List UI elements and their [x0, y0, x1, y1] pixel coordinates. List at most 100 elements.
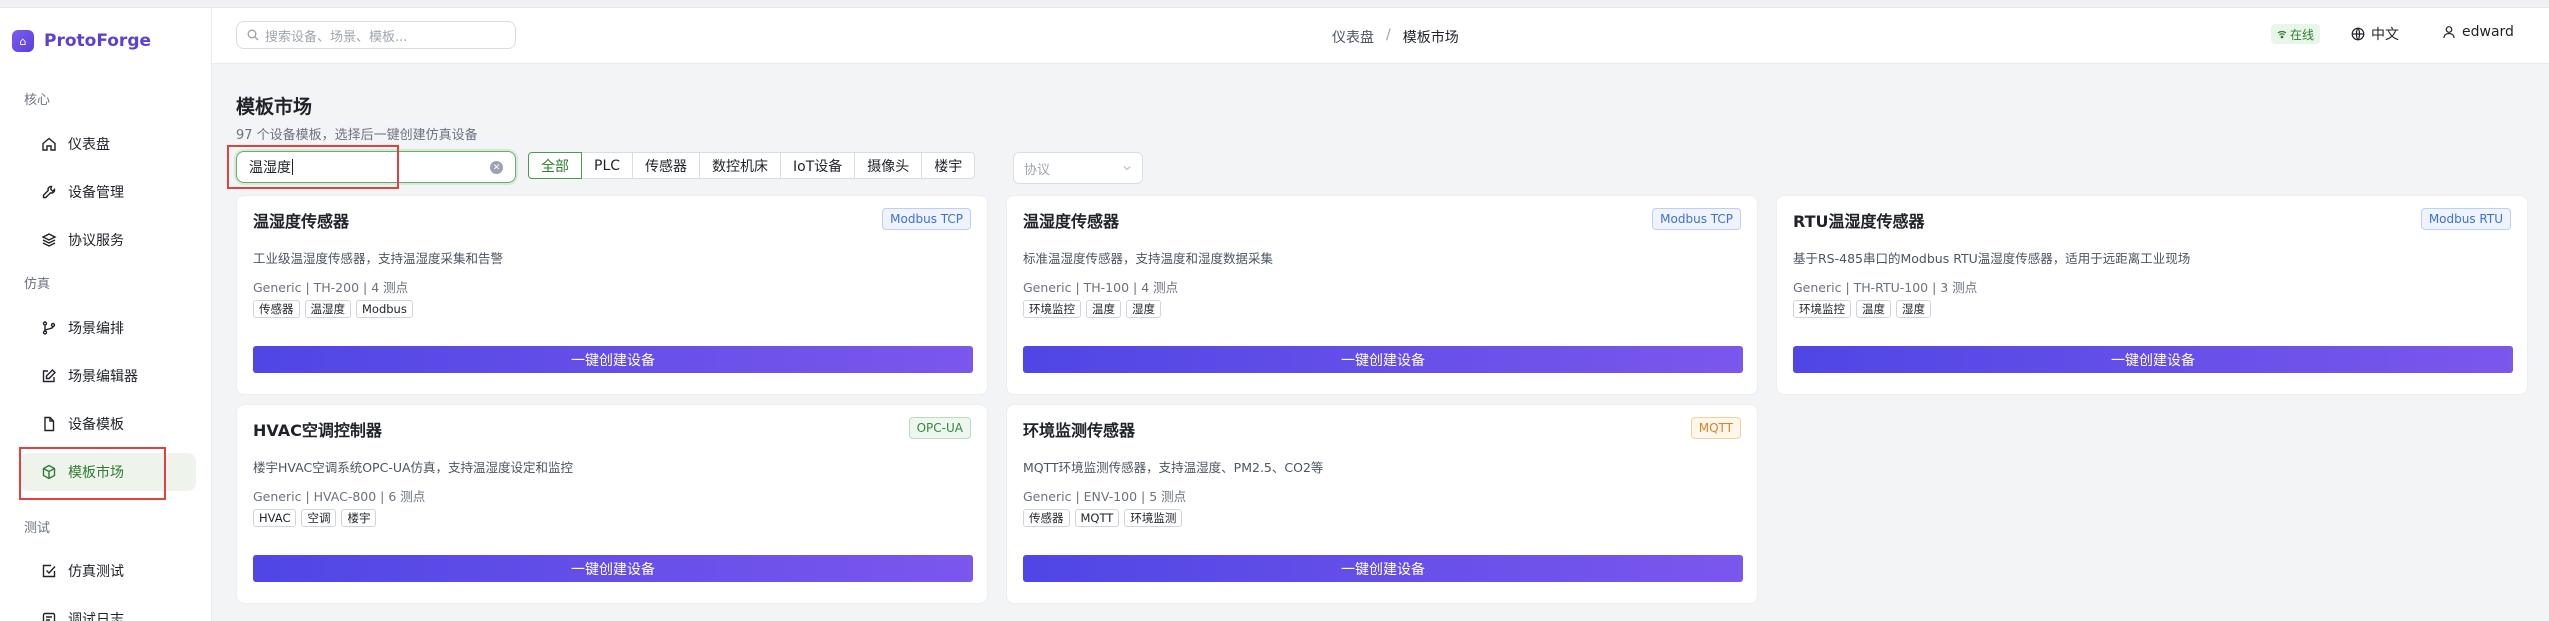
cube-icon	[40, 463, 58, 481]
home-icon	[40, 135, 58, 153]
category-chip-camera[interactable]: 摄像头	[854, 152, 923, 179]
sidebar-item-template-market[interactable]: 模板市场	[20, 453, 196, 491]
card-description: MQTT环境监测传感器，支持温湿度、PM2.5、CO2等	[1023, 460, 1324, 475]
sidebar-item-label: 调试日志	[68, 612, 124, 621]
sidebar-item-protocol-service[interactable]: 协议服务	[20, 221, 196, 259]
user-menu[interactable]: edward	[2442, 24, 2514, 40]
card-description: 楼宇HVAC空调系统OPC-UA仿真，支持温湿度设定和监控	[253, 460, 574, 475]
page-subtitle: 97 个设备模板，选择后一键创建仿真设备	[236, 128, 478, 143]
category-filter: 全部 PLC 传感器 数控机床 IoT设备 摄像头 楼宇	[528, 152, 976, 179]
card-title: 环境监测传感器	[1023, 421, 1136, 440]
search-icon	[247, 29, 259, 41]
protocol-select[interactable]: 协议	[1013, 152, 1143, 184]
card-tags: HVAC 空调 楼宇	[253, 509, 381, 527]
sidebar-item-label: 设备管理	[68, 185, 124, 201]
tag: 环境监控	[1793, 300, 1851, 318]
card-tags: 环境监控 温度 湿度	[1023, 300, 1166, 318]
category-chip-sensor[interactable]: 传感器	[632, 152, 701, 179]
card-tags: 传感器 MQTT 环境监测	[1023, 509, 1187, 527]
protocol-badge: OPC-UA	[908, 417, 971, 439]
category-chip-plc[interactable]: PLC	[581, 152, 634, 179]
sidebar-item-label: 场景编辑器	[68, 369, 138, 385]
create-device-button[interactable]: 一键创建设备	[253, 346, 973, 373]
card-description: 基于RS-485串口的Modbus RTU温湿度传感器，适用于远距离工业现场	[1793, 251, 2191, 266]
nav-group-core: 核心	[24, 93, 51, 108]
tag: 空调	[301, 509, 337, 527]
template-card[interactable]: 环境监测传感器 MQTT MQTT环境监测传感器，支持温湿度、PM2.5、CO2…	[1006, 404, 1758, 604]
logo-icon: ⌂	[12, 30, 34, 52]
category-chip-cnc[interactable]: 数控机床	[699, 152, 782, 179]
app-name: ProtoForge	[44, 31, 152, 51]
sidebar-item-label: 模板市场	[68, 465, 124, 481]
tag: HVAC	[253, 509, 297, 527]
template-filter-input[interactable]: 温湿度 ✕	[236, 151, 516, 183]
card-title: RTU温湿度传感器	[1793, 212, 1925, 231]
sidebar-item-debug-log[interactable]: 调试日志	[20, 600, 196, 621]
breadcrumb-dashboard[interactable]: 仪表盘	[1332, 27, 1374, 47]
chevron-down-icon	[1123, 166, 1131, 171]
tag: 传感器	[1023, 509, 1070, 527]
wrench-icon	[40, 183, 58, 201]
sidebar: ⌂ ProtoForge 核心 仪表盘 设备管理 协议服务 仿真 场景编排 场景…	[0, 8, 212, 621]
search-placeholder: 搜索设备、场景、模板...	[265, 29, 408, 45]
sidebar-item-label: 场景编排	[68, 321, 124, 337]
create-device-button[interactable]: 一键创建设备	[1023, 346, 1743, 373]
layers-icon	[40, 231, 58, 249]
globe-icon	[2351, 27, 2365, 41]
category-chip-all[interactable]: 全部	[528, 152, 582, 179]
sidebar-item-scene-orchestration[interactable]: 场景编排	[20, 309, 196, 347]
sidebar-item-simulation-test[interactable]: 仿真测试	[20, 552, 196, 590]
breadcrumb: 仪表盘 / 模板市场	[1332, 27, 1459, 47]
text-caret	[292, 159, 293, 175]
template-card[interactable]: 温湿度传感器 Modbus TCP 标准温湿度传感器，支持温度和湿度数据采集 G…	[1006, 195, 1758, 395]
global-search-input[interactable]: 搜索设备、场景、模板...	[236, 21, 516, 49]
category-chip-building[interactable]: 楼宇	[921, 152, 976, 179]
clear-icon[interactable]: ✕	[490, 161, 503, 174]
template-card[interactable]: 温湿度传感器 Modbus TCP 工业级温湿度传感器，支持温湿度采集和告警 G…	[236, 195, 988, 395]
online-status-badge: 在线	[2271, 24, 2321, 44]
breadcrumb-separator: /	[1386, 27, 1391, 43]
username: edward	[2462, 24, 2514, 40]
window-top-strip	[0, 0, 2549, 8]
sidebar-item-label: 仿真测试	[68, 564, 124, 580]
tag: 温度	[1856, 300, 1891, 318]
card-meta: Generic | TH-100 | 4 测点	[1023, 280, 1179, 295]
sidebar-item-label: 仪表盘	[68, 137, 110, 153]
tag: 楼宇	[341, 509, 377, 527]
tag: 温度	[1086, 300, 1121, 318]
sidebar-item-device-management[interactable]: 设备管理	[20, 173, 196, 211]
create-device-button[interactable]: 一键创建设备	[253, 555, 973, 582]
nav-group-testing: 测试	[24, 521, 51, 536]
breadcrumb-current: 模板市场	[1402, 30, 1459, 46]
sidebar-item-device-templates[interactable]: 设备模板	[20, 405, 196, 443]
sidebar-item-scene-editor[interactable]: 场景编辑器	[20, 357, 196, 395]
file-icon	[40, 415, 58, 433]
card-description: 标准温湿度传感器，支持温度和湿度数据采集	[1023, 251, 1274, 266]
tag: 环境监控	[1023, 300, 1081, 318]
tag: 环境监测	[1124, 509, 1183, 527]
language-label: 中文	[2371, 27, 2399, 43]
branch-icon	[40, 319, 58, 337]
template-card[interactable]: HVAC空调控制器 OPC-UA 楼宇HVAC空调系统OPC-UA仿真，支持温湿…	[236, 404, 988, 604]
app-logo[interactable]: ⌂ ProtoForge	[12, 30, 151, 52]
category-chip-iot[interactable]: IoT设备	[780, 152, 856, 179]
tag: 传感器	[253, 300, 300, 318]
sidebar-item-dashboard[interactable]: 仪表盘	[20, 125, 196, 163]
card-title: 温湿度传感器	[253, 212, 350, 231]
protocol-badge: Modbus TCP	[882, 208, 971, 230]
protocol-badge: Modbus TCP	[1652, 208, 1741, 230]
tag: 湿度	[1896, 300, 1931, 318]
top-header: 搜索设备、场景、模板... 仪表盘 / 模板市场 在线 中文 edward	[212, 8, 2549, 64]
language-switcher[interactable]: 中文	[2351, 24, 2399, 44]
template-card[interactable]: RTU温湿度传感器 Modbus RTU 基于RS-485串口的Modbus R…	[1776, 195, 2528, 395]
sidebar-item-label: 协议服务	[68, 233, 124, 249]
create-device-button[interactable]: 一键创建设备	[1793, 346, 2513, 373]
edit-icon	[40, 367, 58, 385]
create-device-button[interactable]: 一键创建设备	[1023, 555, 1743, 582]
log-icon	[40, 610, 58, 621]
card-meta: Generic | ENV-100 | 5 测点	[1023, 489, 1187, 504]
card-meta: Generic | HVAC-800 | 6 测点	[253, 489, 426, 504]
filter-value: 温湿度	[249, 160, 291, 176]
nav-group-simulation: 仿真	[24, 277, 51, 292]
protocol-badge: MQTT	[1690, 417, 1741, 439]
